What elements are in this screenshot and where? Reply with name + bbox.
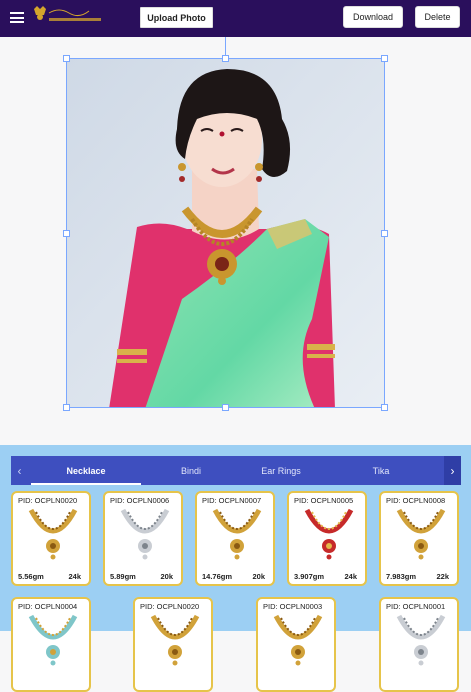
upload-photo-button[interactable]: Upload Photo — [140, 7, 213, 28]
product-card[interactable]: PID: OCPLN0005 3.907gm 24k — [287, 491, 367, 586]
category-tabs: ‹ Necklace Bindi Ear Rings Tika › — [11, 456, 461, 485]
product-id: PID: OCPLN0020 — [18, 496, 78, 505]
resize-handle-tc[interactable] — [222, 55, 229, 62]
necklace-image — [396, 614, 446, 666]
product-karat: 20k — [252, 572, 265, 581]
necklace-image — [304, 508, 354, 560]
product-card[interactable]: PID: OCPLN0020 5.56gm 24k — [11, 491, 91, 586]
brand-logo — [34, 6, 101, 21]
product-id: PID: OCPLN0004 — [18, 602, 78, 611]
product-id: PID: OCPLN0005 — [294, 496, 354, 505]
product-id: PID: OCPLN0006 — [110, 496, 170, 505]
chevron-right-icon[interactable]: › — [444, 456, 461, 485]
uploaded-photo[interactable] — [66, 58, 385, 408]
resize-handle-bl[interactable] — [63, 404, 70, 411]
editor-canvas[interactable] — [0, 37, 471, 445]
product-id: PID: OCPLN0008 — [386, 496, 446, 505]
chevron-left-icon[interactable]: ‹ — [11, 456, 28, 485]
product-card[interactable]: PID: OCPLN0007 14.76gm 20k — [195, 491, 275, 586]
tab-ear-rings[interactable]: Ear Rings — [231, 456, 331, 485]
product-weight: 5.89gm — [110, 572, 136, 581]
hamburger-icon[interactable] — [10, 12, 24, 23]
product-karat: 22k — [436, 572, 449, 581]
jewelry-panel: ‹ Necklace Bindi Ear Rings Tika › PID: O… — [0, 445, 471, 692]
product-card[interactable]: PID: OCPLN0006 5.89gm 20k — [103, 491, 183, 586]
product-card[interactable]: PID: OCPLN0008 7.983gm 22k — [379, 491, 459, 586]
necklace-image — [150, 614, 200, 666]
tab-necklace[interactable]: Necklace — [31, 456, 141, 485]
product-id: PID: OCPLN0003 — [263, 602, 323, 611]
necklace-image — [28, 614, 78, 666]
resize-handle-ml[interactable] — [63, 230, 70, 237]
product-id: PID: OCPLN0001 — [386, 602, 446, 611]
product-karat: 24k — [68, 572, 81, 581]
resize-handle-mr[interactable] — [381, 230, 388, 237]
necklace-image — [212, 508, 262, 560]
resize-handle-bc[interactable] — [222, 404, 229, 411]
product-weight: 3.907gm — [294, 572, 325, 581]
product-card[interactable]: PID: OCPLN0001 — [379, 597, 459, 692]
product-card[interactable]: PID: OCPLN0004 — [11, 597, 91, 692]
top-bar: Upload Photo Download Delete — [0, 0, 471, 37]
resize-handle-tr[interactable] — [381, 55, 388, 62]
product-weight: 5.56gm — [18, 572, 44, 581]
product-karat: 24k — [344, 572, 357, 581]
product-karat: 20k — [160, 572, 173, 581]
active-tab-indicator — [31, 483, 141, 485]
portrait-image — [67, 59, 384, 407]
resize-handle-br[interactable] — [381, 404, 388, 411]
product-weight: 14.76gm — [202, 572, 233, 581]
delete-button[interactable]: Delete — [415, 6, 460, 28]
product-id: PID: OCPLN0007 — [202, 496, 262, 505]
product-id: PID: OCPLN0020 — [140, 602, 200, 611]
product-card[interactable]: PID: OCPLN0020 — [133, 597, 213, 692]
necklace-image — [28, 508, 78, 560]
resize-handle-tl[interactable] — [63, 55, 70, 62]
tab-bindi[interactable]: Bindi — [141, 456, 241, 485]
product-card[interactable]: PID: OCPLN0003 — [256, 597, 336, 692]
tab-tika[interactable]: Tika — [331, 456, 431, 485]
necklace-image — [273, 614, 323, 666]
product-weight: 7.983gm — [386, 572, 417, 581]
necklace-image — [396, 508, 446, 560]
necklace-image — [120, 508, 170, 560]
download-button[interactable]: Download — [343, 6, 403, 28]
